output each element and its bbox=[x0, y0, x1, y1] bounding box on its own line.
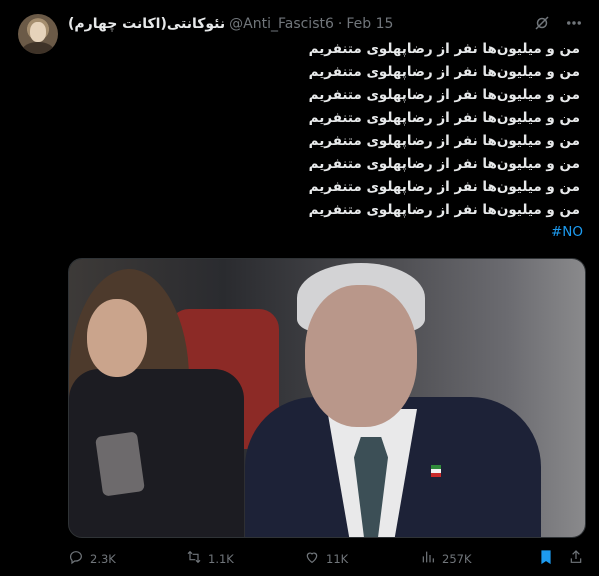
tweet-top-actions bbox=[533, 14, 583, 36]
reply-count: 2.3K bbox=[90, 551, 116, 566]
tweet-text-line: من و میلیون‌ها نفر از رضاپهلوی متنفریم bbox=[308, 133, 580, 149]
more-icon[interactable] bbox=[565, 14, 583, 36]
media-man-face bbox=[305, 285, 417, 427]
avatar-coat bbox=[22, 42, 54, 54]
media-phone bbox=[95, 431, 145, 497]
views-button[interactable]: 257K bbox=[420, 549, 472, 568]
like-count: 11K bbox=[326, 551, 349, 566]
media-flag-pin bbox=[431, 465, 441, 477]
tweet-text-line: من و میلیون‌ها نفر از رضاپهلوی متنفریم bbox=[308, 179, 580, 195]
share-button[interactable] bbox=[568, 549, 584, 568]
media-woman-body bbox=[69, 369, 244, 537]
author-name[interactable]: نئوکانتی(اکانت چهارم) bbox=[68, 16, 225, 32]
bookmark-icon bbox=[538, 549, 554, 568]
avatar[interactable] bbox=[18, 14, 58, 54]
separator-dot: · bbox=[337, 16, 343, 32]
share-icon bbox=[568, 549, 584, 568]
repost-button[interactable]: 1.1K bbox=[186, 549, 234, 568]
media-woman-face bbox=[87, 299, 147, 377]
reply-button[interactable]: 2.3K bbox=[68, 549, 116, 568]
avatar-face bbox=[30, 22, 46, 42]
like-button[interactable]: 11K bbox=[304, 549, 348, 568]
like-icon bbox=[304, 549, 320, 568]
tweet-text-line: من و میلیون‌ها نفر از رضاپهلوی متنفریم bbox=[308, 156, 580, 172]
tweet-text-line: من و میلیون‌ها نفر از رضاپهلوی متنفریم bbox=[308, 64, 580, 80]
views-count: 257K bbox=[442, 551, 472, 566]
tweet-text: من و میلیون‌ها نفر از رضاپهلوی متنفریم م… bbox=[180, 38, 580, 222]
tweet-text-line: من و میلیون‌ها نفر از رضاپهلوی متنفریم bbox=[308, 110, 580, 126]
tweet[interactable]: نئوکانتی(اکانت چهارم) @Anti_Fascist6 · F… bbox=[0, 0, 599, 576]
tweet-actions-bar: 2.3K 1.1K 11K 257K bbox=[68, 549, 584, 569]
hashtag-link[interactable]: #NO bbox=[551, 224, 583, 240]
author-handle[interactable]: @Anti_Fascist6 bbox=[229, 16, 334, 32]
tweet-text-line: من و میلیون‌ها نفر از رضاپهلوی متنفریم bbox=[308, 202, 580, 218]
tweet-text-line: من و میلیون‌ها نفر از رضاپهلوی متنفریم bbox=[308, 41, 580, 57]
views-icon bbox=[420, 549, 436, 568]
tweet-media-image[interactable] bbox=[68, 258, 586, 538]
reply-icon bbox=[68, 549, 84, 568]
tweet-text-line: من و میلیون‌ها نفر از رضاپهلوی متنفریم bbox=[308, 87, 580, 103]
repost-count: 1.1K bbox=[208, 551, 234, 566]
grok-icon[interactable] bbox=[533, 14, 551, 36]
bookmark-button[interactable] bbox=[538, 549, 554, 568]
repost-icon bbox=[186, 549, 202, 568]
tweet-date[interactable]: Feb 15 bbox=[346, 16, 393, 32]
tweet-header: نئوکانتی(اکانت چهارم) @Anti_Fascist6 · F… bbox=[68, 14, 393, 34]
